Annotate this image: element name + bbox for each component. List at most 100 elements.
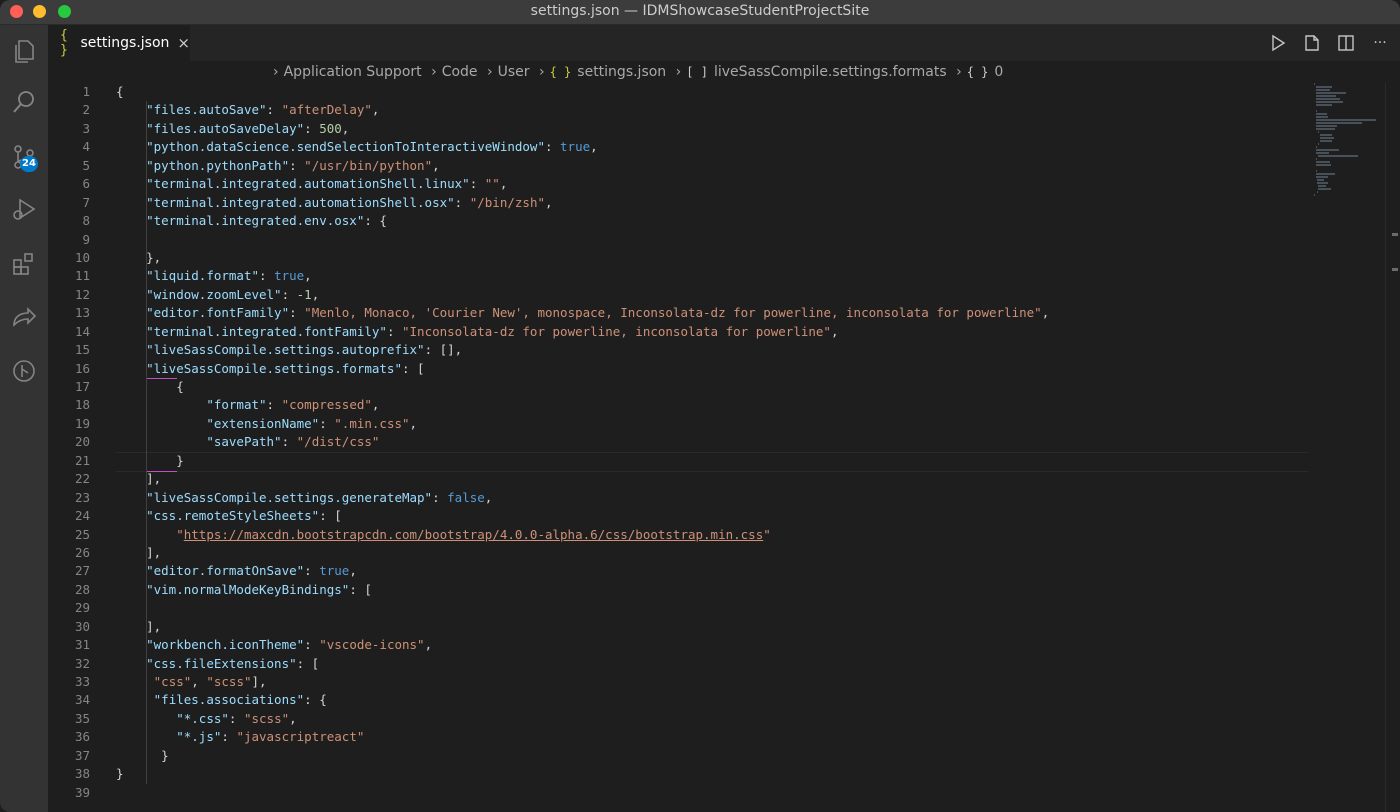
line-number: 31 — [74, 637, 90, 653]
line-number: 30 — [74, 618, 90, 634]
code-line-8: "terminal.integrated.env.osx": { — [146, 213, 387, 229]
array-icon: [ ] — [686, 65, 708, 79]
minimap-line — [1314, 83, 1315, 85]
code-line-17: { — [176, 379, 184, 394]
line-number: 21 — [74, 452, 90, 468]
editor-actions: ··· — [1268, 33, 1390, 53]
minimap-line — [1316, 182, 1328, 184]
code-line-37: } — [161, 747, 169, 763]
minimap-line — [1316, 146, 1317, 148]
code-line-22: ], — [146, 471, 162, 487]
code-line-13: "editor.fontFamily": "Menlo, Monaco, 'Co… — [146, 305, 1050, 321]
code-line-6: "terminal.integrated.automationShell.lin… — [146, 176, 508, 192]
minimap-line — [1316, 95, 1336, 97]
split-editor-icon[interactable] — [1336, 33, 1356, 53]
minimap-line — [1316, 98, 1340, 100]
line-number: 4 — [82, 139, 90, 155]
line-number: 33 — [74, 674, 90, 689]
minimap-line — [1316, 128, 1335, 130]
code-line-32: "css.fileExtensions": [ — [146, 655, 320, 671]
live-share-icon[interactable] — [10, 303, 38, 331]
line-number: 14 — [74, 323, 90, 339]
run-debug-icon[interactable] — [10, 195, 38, 223]
code-line-21: } — [176, 452, 184, 468]
line-number: 17 — [74, 379, 90, 394]
git-graph-icon[interactable] — [10, 357, 38, 385]
open-preview-icon[interactable] — [1302, 33, 1322, 53]
minimap-line — [1316, 116, 1328, 118]
scroll-marker — [1392, 268, 1398, 271]
code-line-10: }, — [146, 249, 162, 265]
line-number: 3 — [82, 120, 90, 136]
search-icon[interactable] — [10, 88, 38, 116]
code-line-36: "*.js": "javascriptreact" — [176, 729, 365, 745]
minimap-line — [1316, 158, 1317, 160]
line-number: 18 — [74, 397, 90, 413]
line-number: 35 — [74, 710, 90, 726]
line-number: 12 — [74, 286, 90, 302]
code-line-15: "liveSassCompile.settings.autoprefix": [… — [146, 342, 463, 358]
minimap-line — [1316, 164, 1331, 166]
tab-bar: { } settings.json × ··· — [48, 25, 1400, 61]
minimap-line — [1316, 86, 1332, 88]
minimap-line — [1318, 188, 1331, 190]
code-line-7: "terminal.integrated.automationShell.osx… — [146, 194, 553, 210]
run-icon[interactable] — [1268, 33, 1288, 53]
code-line-16: "liveSassCompile.settings.formats": [ — [146, 360, 425, 376]
bootstrap-link[interactable]: https://maxcdn.bootstrapcdn.com/bootstra… — [184, 527, 763, 542]
line-number: 39 — [74, 784, 90, 800]
breadcrumb-user[interactable]: User — [498, 64, 530, 80]
source-control-badge: 24 — [20, 156, 38, 172]
tab-settings-json[interactable]: { } settings.json × — [48, 25, 190, 61]
json-file-icon: { } — [549, 65, 572, 79]
line-number: 7 — [82, 194, 90, 210]
minimap-line — [1316, 170, 1317, 172]
minimap-line — [1314, 194, 1315, 196]
minimap-line — [1316, 149, 1339, 151]
line-number: 2 — [82, 102, 90, 118]
code-line-23: "liveSassCompile.settings.generateMap": … — [146, 489, 493, 505]
code-line-31: "workbench.iconTheme": "vscode-icons", — [146, 637, 433, 653]
explorer-icon[interactable] — [10, 37, 38, 65]
breadcrumb-formats[interactable]: liveSassCompile.settings.formats — [714, 64, 947, 80]
minimap-line — [1320, 137, 1334, 139]
line-number: 20 — [74, 434, 90, 450]
line-number: 28 — [74, 581, 90, 597]
vertical-scrollbar[interactable] — [1385, 83, 1400, 812]
code-line-12: "window.zoomLevel": -1, — [146, 286, 320, 302]
minimap-line — [1316, 89, 1330, 91]
breadcrumb-code[interactable]: Code — [442, 64, 478, 80]
minimap-line — [1318, 131, 1319, 133]
line-number: 1 — [82, 84, 90, 99]
minimap[interactable] — [1314, 83, 1384, 196]
minimap-line — [1316, 119, 1376, 121]
breadcrumb-settings-json[interactable]: settings.json — [577, 64, 666, 80]
extensions-icon[interactable] — [10, 250, 38, 278]
line-number: 36 — [74, 729, 90, 745]
code-editor[interactable]: 1 2 3 4 5 6 7 8 9 10 11 12 13 14 15 16 17 18 19 20 21 22 23 24 2… — [48, 83, 1400, 812]
scroll-marker — [1392, 233, 1398, 236]
line-number: 38 — [74, 766, 90, 782]
minimap-line — [1316, 161, 1330, 163]
close-tab-icon[interactable]: × — [177, 34, 190, 52]
code-lines[interactable]: { "files.autoSave": "afterDelay", "files… — [116, 83, 1316, 802]
code-line-5: "python.pythonPath": "/usr/bin/python", — [146, 157, 440, 173]
more-actions-icon[interactable]: ··· — [1370, 33, 1390, 53]
line-number: 9 — [82, 231, 90, 247]
line-number: 10 — [74, 249, 90, 265]
line-number: 16 — [74, 360, 90, 376]
minimap-line — [1316, 122, 1362, 124]
minimap-line — [1316, 125, 1337, 127]
line-number: 22 — [74, 471, 90, 487]
minimap-line — [1316, 92, 1346, 94]
line-number: 25 — [74, 526, 90, 542]
code-line-14: "terminal.integrated.fontFamily": "Incon… — [146, 323, 839, 339]
breadcrumb-index[interactable]: 0 — [994, 64, 1003, 80]
minimap-line — [1316, 179, 1324, 181]
breadcrumb-application-support[interactable]: Application Support — [284, 64, 422, 80]
vscode-window: settings.json — IDMShowcaseStudentProjec… — [0, 0, 1400, 812]
minimap-line — [1320, 140, 1332, 142]
minimap-line — [1316, 176, 1328, 178]
minimap-line — [1318, 143, 1319, 145]
